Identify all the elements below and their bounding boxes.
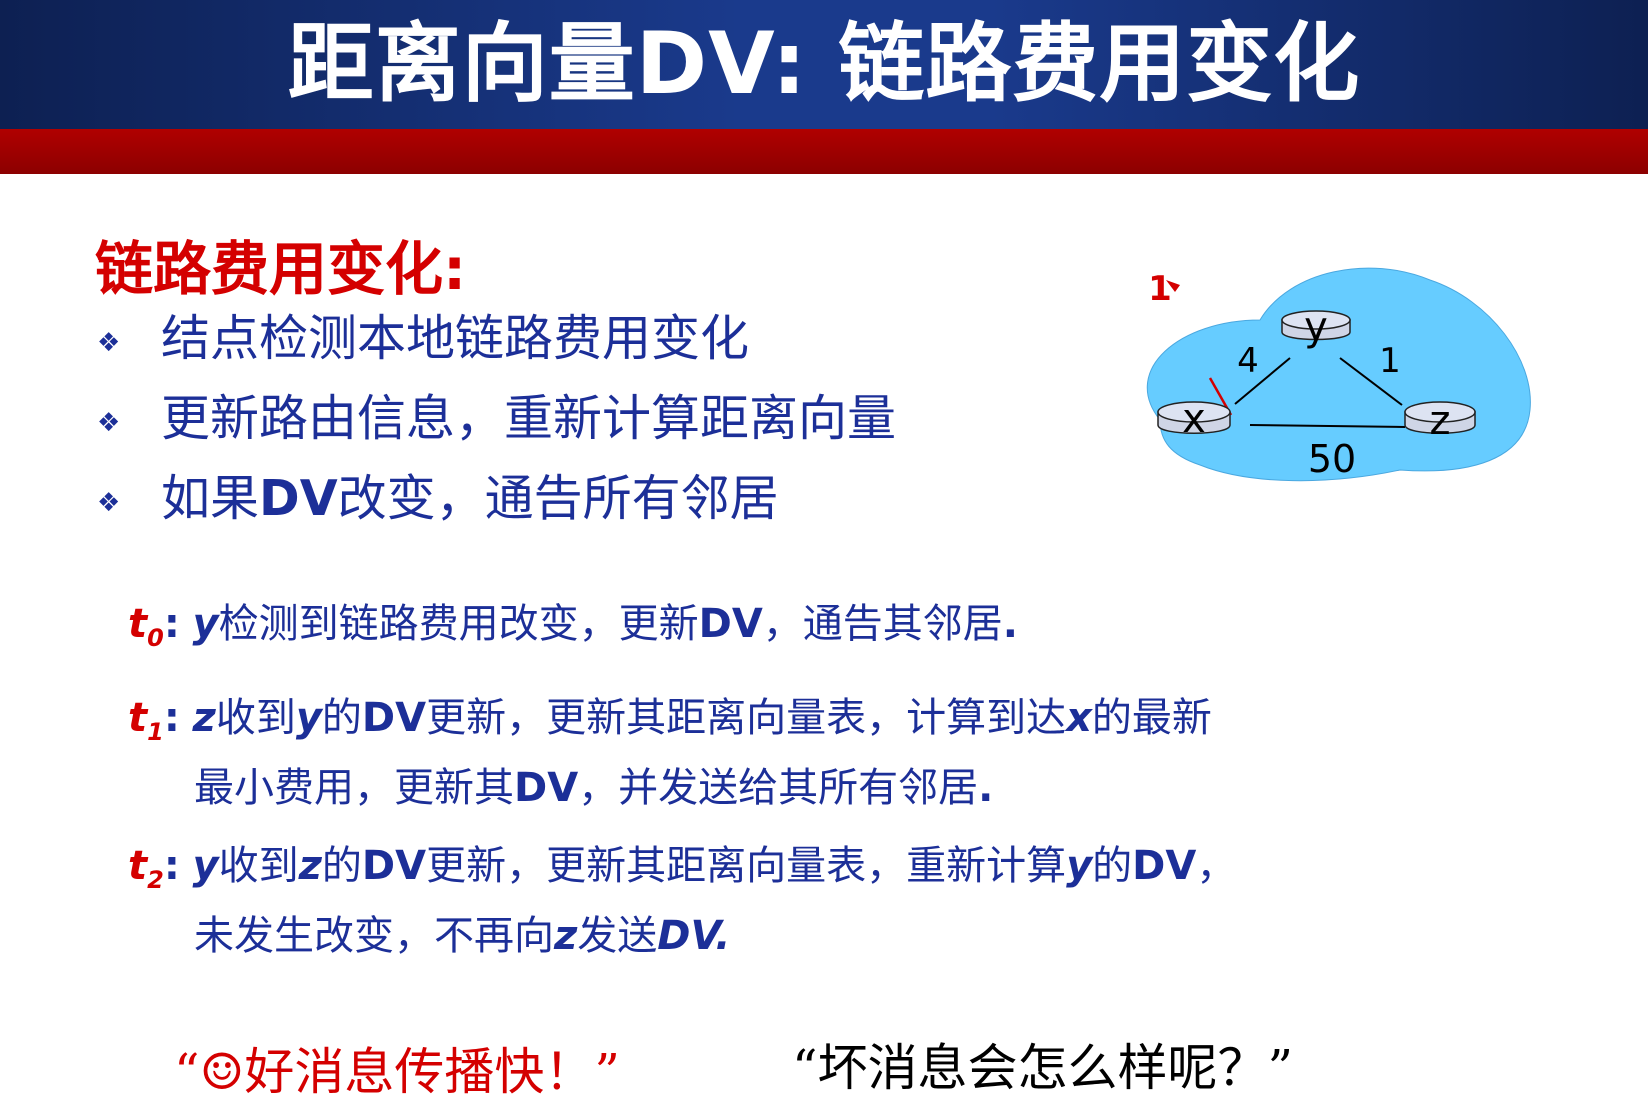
diamond-bullet-icon: ❖ [97,328,121,358]
diamond-bullet-icon: ❖ [97,488,121,518]
bad-news-quote: “坏消息会怎么样呢？” [792,1039,1294,1097]
title-underline-band [0,129,1648,174]
time-label-t2: t2 [128,843,164,894]
bullet-text: 如果DV改变，通告所有邻居 [161,470,779,527]
good-news-quote: “☺好消息传播快！” [174,1043,620,1101]
event-t0: t0: y检测到链路费用改变，更新DV，通告其邻居. [128,601,1018,652]
node-x-label: x [1182,396,1206,442]
event-t2: t2: y收到z的DV更新，更新其距离向量表，重新计算y的DV， 未发生改变，不… [128,843,1237,959]
section-heading: 链路费用变化: [95,235,467,303]
cost-xy-new: 1 [1148,269,1172,309]
bullet-text: 更新路由信息，重新计算距离向量 [161,390,897,447]
cost-xy-old: 4 [1237,341,1259,381]
cost-xz: 50 [1308,437,1356,481]
node-y-label: y [1304,304,1328,350]
slide-title: 距离向量DV: 链路费用变化 [287,14,1361,114]
event-t1: t1: z收到y的DV更新，更新其距离向量表，计算到达x的最新 最小费用，更新其… [128,695,1212,811]
diamond-bullet-icon: ❖ [97,408,121,438]
node-z-label: z [1430,398,1451,444]
bullet-text: 结点检测本地链路费用变化 [161,310,750,367]
network-diagram: y x z 1 4 1 50 [1146,267,1531,482]
time-label-t0: t0 [128,601,164,652]
cost-yz: 1 [1379,341,1401,381]
time-label-t1: t1 [128,695,164,746]
